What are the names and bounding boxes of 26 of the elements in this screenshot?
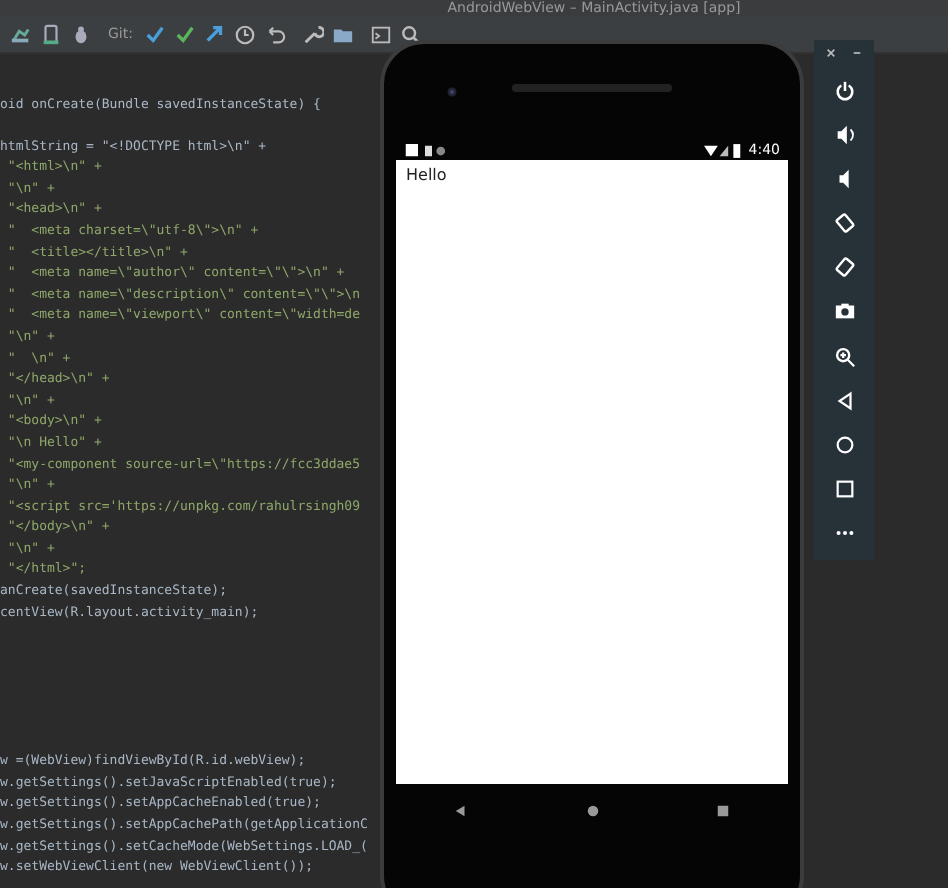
volume-up-icon[interactable]	[833, 124, 855, 147]
undo-icon[interactable]	[264, 23, 287, 45]
update-icon[interactable]	[144, 23, 167, 45]
back-icon[interactable]	[833, 389, 855, 412]
wrench-icon[interactable]	[302, 23, 325, 45]
power-icon[interactable]	[833, 80, 855, 103]
home-icon[interactable]	[585, 803, 599, 817]
push-icon[interactable]	[204, 23, 227, 45]
home-icon[interactable]	[833, 433, 855, 456]
build-icon[interactable]	[10, 23, 32, 45]
back-icon[interactable]	[454, 803, 468, 817]
check-icon[interactable]	[174, 23, 197, 45]
terminal-icon[interactable]	[370, 23, 393, 45]
zoom-icon[interactable]	[833, 345, 855, 368]
page-text: Hello	[406, 166, 447, 184]
device-icon[interactable]	[40, 23, 62, 45]
clock-icon[interactable]	[234, 23, 257, 45]
rotate-left-icon[interactable]	[833, 212, 855, 235]
bug-icon[interactable]	[70, 23, 92, 45]
overview-icon[interactable]	[833, 477, 855, 500]
camera-icon[interactable]	[833, 300, 855, 323]
rotate-right-icon[interactable]	[833, 256, 855, 279]
close-icon[interactable]	[826, 48, 836, 58]
recents-icon[interactable]	[716, 803, 730, 817]
camera-icon	[446, 86, 458, 98]
minimize-icon[interactable]	[852, 48, 862, 58]
